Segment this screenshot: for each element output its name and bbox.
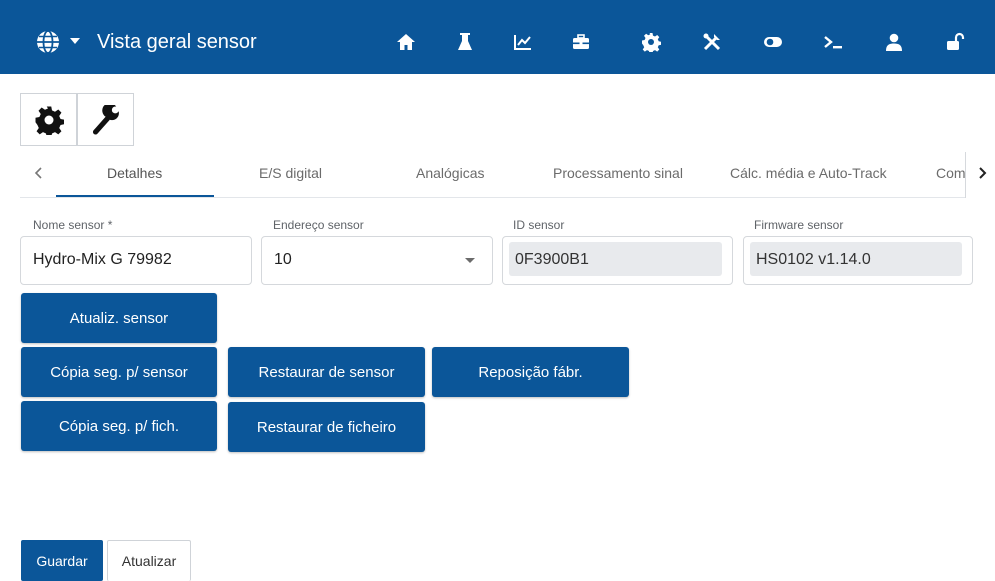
sensor-name-field[interactable] <box>20 236 252 285</box>
tab-signal-processing[interactable]: Processamento sinal <box>553 165 683 181</box>
sensor-id-value: 0F3900B1 <box>509 242 722 276</box>
tabs-scroll-right-button[interactable] <box>972 160 994 186</box>
tabs-baseline <box>20 197 965 198</box>
restore-from-sensor-button[interactable]: Restaurar de sensor <box>228 347 425 397</box>
save-button[interactable]: Guardar <box>21 540 103 581</box>
sensor-name-label: Nome sensor * <box>33 218 113 232</box>
update-sensor-button[interactable]: Atualiz. sensor <box>21 293 217 343</box>
unlock-icon[interactable] <box>944 31 966 53</box>
tabs-scroll-left-button[interactable] <box>27 160 49 186</box>
flask-icon[interactable] <box>454 31 476 53</box>
sensor-firmware-label: Firmware sensor <box>754 218 844 232</box>
tab-communication[interactable]: Com <box>936 165 965 181</box>
chart-icon[interactable] <box>512 31 534 53</box>
sensor-address-label: Endereço sensor <box>273 218 364 232</box>
backup-to-sensor-button[interactable]: Cópia seg. p/ sensor <box>21 347 217 397</box>
home-icon[interactable] <box>395 31 417 53</box>
chevron-left-icon <box>34 167 42 179</box>
settings-tool-button[interactable] <box>20 93 77 146</box>
tab-details[interactable]: Detalhes <box>107 165 162 181</box>
sensor-address-select[interactable]: 10 <box>261 236 493 285</box>
chevron-right-icon <box>979 167 987 179</box>
sensor-id-label: ID sensor <box>513 218 565 232</box>
sensor-firmware-value: HS0102 v1.14.0 <box>750 242 962 276</box>
page-title: Vista geral sensor <box>97 31 257 53</box>
wrench-icon <box>92 104 119 135</box>
terminal-icon[interactable] <box>822 31 844 53</box>
backup-to-file-button[interactable]: Cópia seg. p/ fich. <box>21 401 217 451</box>
gear-icon <box>35 106 64 135</box>
factory-reset-button[interactable]: Reposição fábr. <box>432 347 629 397</box>
restore-from-file-button[interactable]: Restaurar de ficheiro <box>228 402 425 452</box>
tools-icon[interactable] <box>701 31 723 53</box>
globe-icon[interactable] <box>36 30 60 54</box>
tab-averaging-autotrack[interactable]: Cálc. média e Auto-Track <box>730 165 887 181</box>
chevron-down-icon[interactable] <box>70 38 80 44</box>
toolbox-icon[interactable] <box>570 31 592 53</box>
sensor-address-value: 10 <box>274 251 292 268</box>
sensor-id-field: 0F3900B1 <box>502 236 733 285</box>
active-tab-indicator <box>56 195 214 197</box>
toggle-icon[interactable] <box>762 31 784 53</box>
sensor-firmware-field: HS0102 v1.14.0 <box>743 236 973 285</box>
wrench-tool-button[interactable] <box>77 93 134 146</box>
chevron-down-icon <box>465 258 475 263</box>
top-app-bar: Vista geral sensor <box>0 0 995 74</box>
tab-analog[interactable]: Analógicas <box>416 165 485 181</box>
tab-communication-clip: Com <box>930 155 965 197</box>
tabs-divider <box>965 152 966 198</box>
gear-icon[interactable] <box>640 31 662 53</box>
tab-digital-io[interactable]: E/S digital <box>259 165 322 181</box>
user-icon[interactable] <box>883 31 905 53</box>
refresh-button[interactable]: Atualizar <box>107 540 191 581</box>
sensor-name-input[interactable] <box>33 251 213 269</box>
